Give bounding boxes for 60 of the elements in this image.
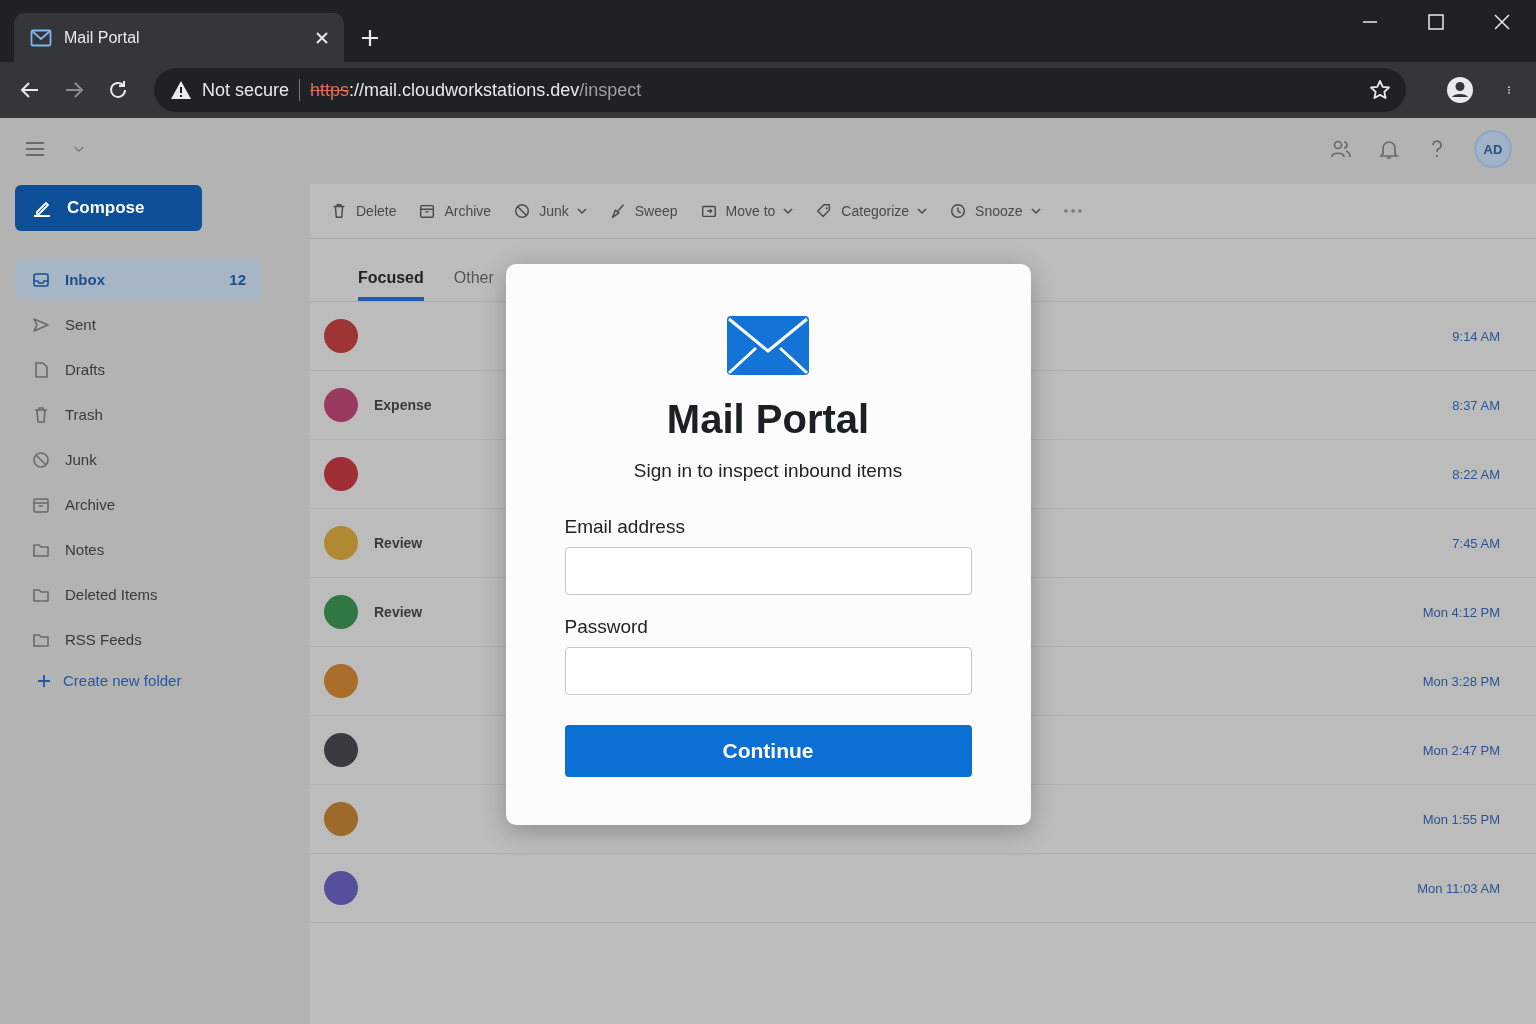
input-field[interactable]: [564, 647, 972, 695]
folder-item[interactable]: Deleted Items: [15, 574, 262, 615]
toolbar-button[interactable]: Snooze: [949, 202, 1041, 220]
more-icon[interactable]: [1062, 208, 1083, 214]
toolbar-button[interactable]: Categorize: [815, 202, 928, 220]
folder-item[interactable]: RSS Feeds: [15, 619, 262, 660]
message-time: Mon 1:55 PM: [1422, 811, 1500, 827]
field-label: Password: [564, 616, 649, 638]
message-time: Mon 11:03 AM: [1417, 880, 1500, 896]
continue-button[interactable]: Continue: [564, 725, 972, 777]
message-time: Mon 2:47 PM: [1422, 742, 1500, 758]
toolbar-button[interactable]: Junk: [513, 202, 587, 220]
create-folder-link[interactable]: Create new folder: [15, 664, 295, 697]
toolbar-button[interactable]: Sweep: [608, 202, 678, 220]
envelope-icon: [30, 28, 52, 47]
sender-name: Review: [374, 535, 424, 551]
toolbar-button[interactable]: Move to: [699, 202, 794, 220]
account-avatar[interactable]: AD: [1474, 130, 1512, 168]
close-icon[interactable]: [314, 29, 330, 46]
envelope-icon: [727, 316, 809, 375]
warning-icon: [170, 80, 192, 100]
star-icon[interactable]: [1368, 78, 1392, 102]
folder-item[interactable]: Notes: [15, 529, 262, 570]
inbox-tab[interactable]: Focused: [358, 257, 424, 301]
dialog-title: Mail Portal: [666, 397, 870, 442]
folder-item[interactable]: Inbox 12: [15, 259, 262, 300]
message-time: 9:14 AM: [1452, 328, 1500, 344]
toolbar-button[interactable]: Archive: [418, 202, 492, 220]
toolbar-button[interactable]: Delete: [330, 202, 397, 220]
dialog-subtitle: Sign in to inspect inbound items: [633, 460, 903, 482]
tab-title: Mail Portal: [64, 28, 141, 47]
sender-name: Review: [374, 604, 424, 620]
inbox-tab[interactable]: Other: [453, 257, 494, 301]
address-bar[interactable]: Not secure https://mail.cloudworkstations.dev/inspect: [154, 68, 1406, 112]
compose-button[interactable]: Compose: [15, 185, 202, 231]
message-row[interactable]: Mon 11:03 AM: [310, 854, 1536, 923]
message-time: Mon 3:28 PM: [1422, 673, 1500, 689]
folder-item[interactable]: Drafts: [15, 349, 262, 390]
blocked-icon: [31, 449, 51, 470]
folder-item[interactable]: Trash: [15, 394, 262, 435]
message-time: Mon 4:12 PM: [1422, 604, 1500, 620]
message-time: 8:22 AM: [1452, 466, 1500, 482]
folder-item[interactable]: Archive: [15, 484, 262, 525]
security-label: Not secure: [202, 79, 290, 101]
clock-icon: [949, 202, 968, 220]
url-text: https://mail.cloudworkstations.dev/inspect: [310, 79, 643, 101]
plus-icon: [37, 673, 51, 688]
folder-item[interactable]: Sent: [15, 304, 262, 345]
folder-item[interactable]: Junk: [15, 439, 262, 480]
bell-icon[interactable]: [1378, 138, 1400, 160]
archive-icon: [418, 202, 437, 220]
input-field[interactable]: [564, 547, 972, 595]
message-time: 8:37 AM: [1452, 397, 1500, 413]
blocked-icon: [513, 202, 532, 220]
message-time: 7:45 AM: [1452, 535, 1500, 551]
browser-tab[interactable]: Mail Portal: [14, 13, 344, 62]
sender-name: Expense: [374, 397, 433, 413]
people-icon[interactable]: [1330, 138, 1352, 160]
field-label: Email address: [564, 516, 686, 538]
profile-icon[interactable]: [1446, 76, 1474, 104]
